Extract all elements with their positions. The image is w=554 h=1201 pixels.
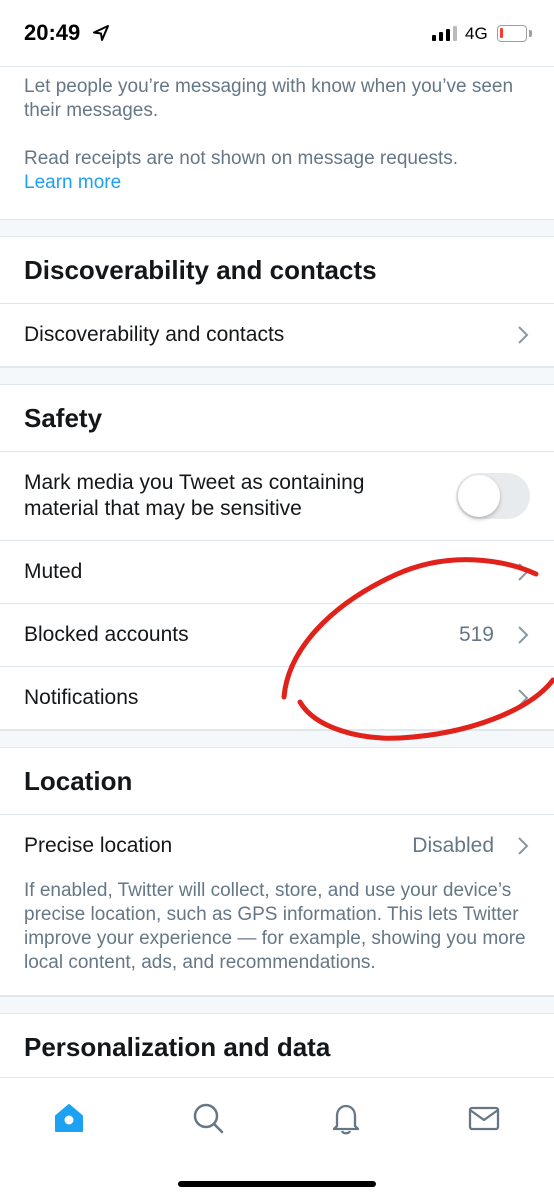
status-bar: 20:49 4G: [0, 0, 554, 67]
sensitive-media-toggle[interactable]: [456, 473, 530, 519]
section-header-location: Location: [0, 748, 554, 815]
section-divider: [0, 996, 554, 1014]
section-divider: [0, 730, 554, 748]
section-divider: [0, 367, 554, 385]
read-receipts-description: Let people you’re messaging with know wh…: [0, 67, 554, 195]
precise-location-value: Disabled: [412, 834, 494, 857]
chevron-right-icon: [518, 326, 529, 344]
blocked-accounts-row[interactable]: Blocked accounts 519: [0, 604, 554, 667]
home-indicator: [178, 1181, 376, 1187]
location-arrow-icon: [93, 25, 109, 41]
learn-more-link[interactable]: Learn more: [24, 172, 121, 193]
battery-low-icon: [497, 25, 527, 42]
tab-notifications[interactable]: [324, 1096, 368, 1140]
read-receipts-note: Read receipts are not shown on message r…: [24, 147, 530, 195]
read-receipts-note-text: Read receipts are not shown on message r…: [24, 148, 459, 169]
notifications-row[interactable]: Notifications: [0, 667, 554, 730]
section-header-personalization: Personalization and data: [0, 1014, 554, 1077]
settings-scroll-content[interactable]: Let people you’re messaging with know wh…: [0, 67, 554, 1077]
chevron-right-icon: [518, 563, 529, 581]
tab-messages[interactable]: [462, 1096, 506, 1140]
muted-label: Muted: [24, 560, 83, 583]
bell-icon: [332, 1104, 360, 1135]
chevron-right-icon: [518, 626, 529, 644]
section-header-discoverability: Discoverability and contacts: [0, 237, 554, 304]
tab-search[interactable]: [186, 1096, 230, 1140]
blocked-accounts-label: Blocked accounts: [24, 623, 189, 646]
precise-location-description: If enabled, Twitter will collect, store,…: [0, 877, 554, 996]
precise-location-row[interactable]: Precise location Disabled: [0, 815, 554, 877]
signal-bars-icon: [432, 26, 457, 41]
read-receipts-text: Let people you’re messaging with know wh…: [24, 76, 514, 121]
toggle-knob: [458, 475, 500, 517]
sensitive-media-label: Mark media you Tweet as containing mater…: [24, 471, 365, 520]
home-icon: [55, 1104, 83, 1132]
precise-location-label: Precise location: [24, 834, 173, 857]
discoverability-row[interactable]: Discoverability and contacts: [0, 304, 554, 367]
network-type: 4G: [465, 24, 488, 43]
mail-icon: [468, 1106, 500, 1131]
discoverability-label: Discoverability and contacts: [24, 323, 285, 346]
search-icon: [193, 1103, 224, 1134]
sensitive-media-row: Mark media you Tweet as containing mater…: [0, 452, 554, 541]
chevron-right-icon: [518, 689, 529, 707]
tab-home[interactable]: [47, 1096, 91, 1140]
section-divider: [0, 219, 554, 237]
status-time: 20:49: [24, 20, 81, 45]
chevron-right-icon: [518, 837, 529, 855]
section-header-safety: Safety: [0, 385, 554, 452]
notifications-label: Notifications: [24, 686, 139, 709]
muted-row[interactable]: Muted: [0, 541, 554, 604]
blocked-accounts-count: 519: [458, 623, 494, 646]
